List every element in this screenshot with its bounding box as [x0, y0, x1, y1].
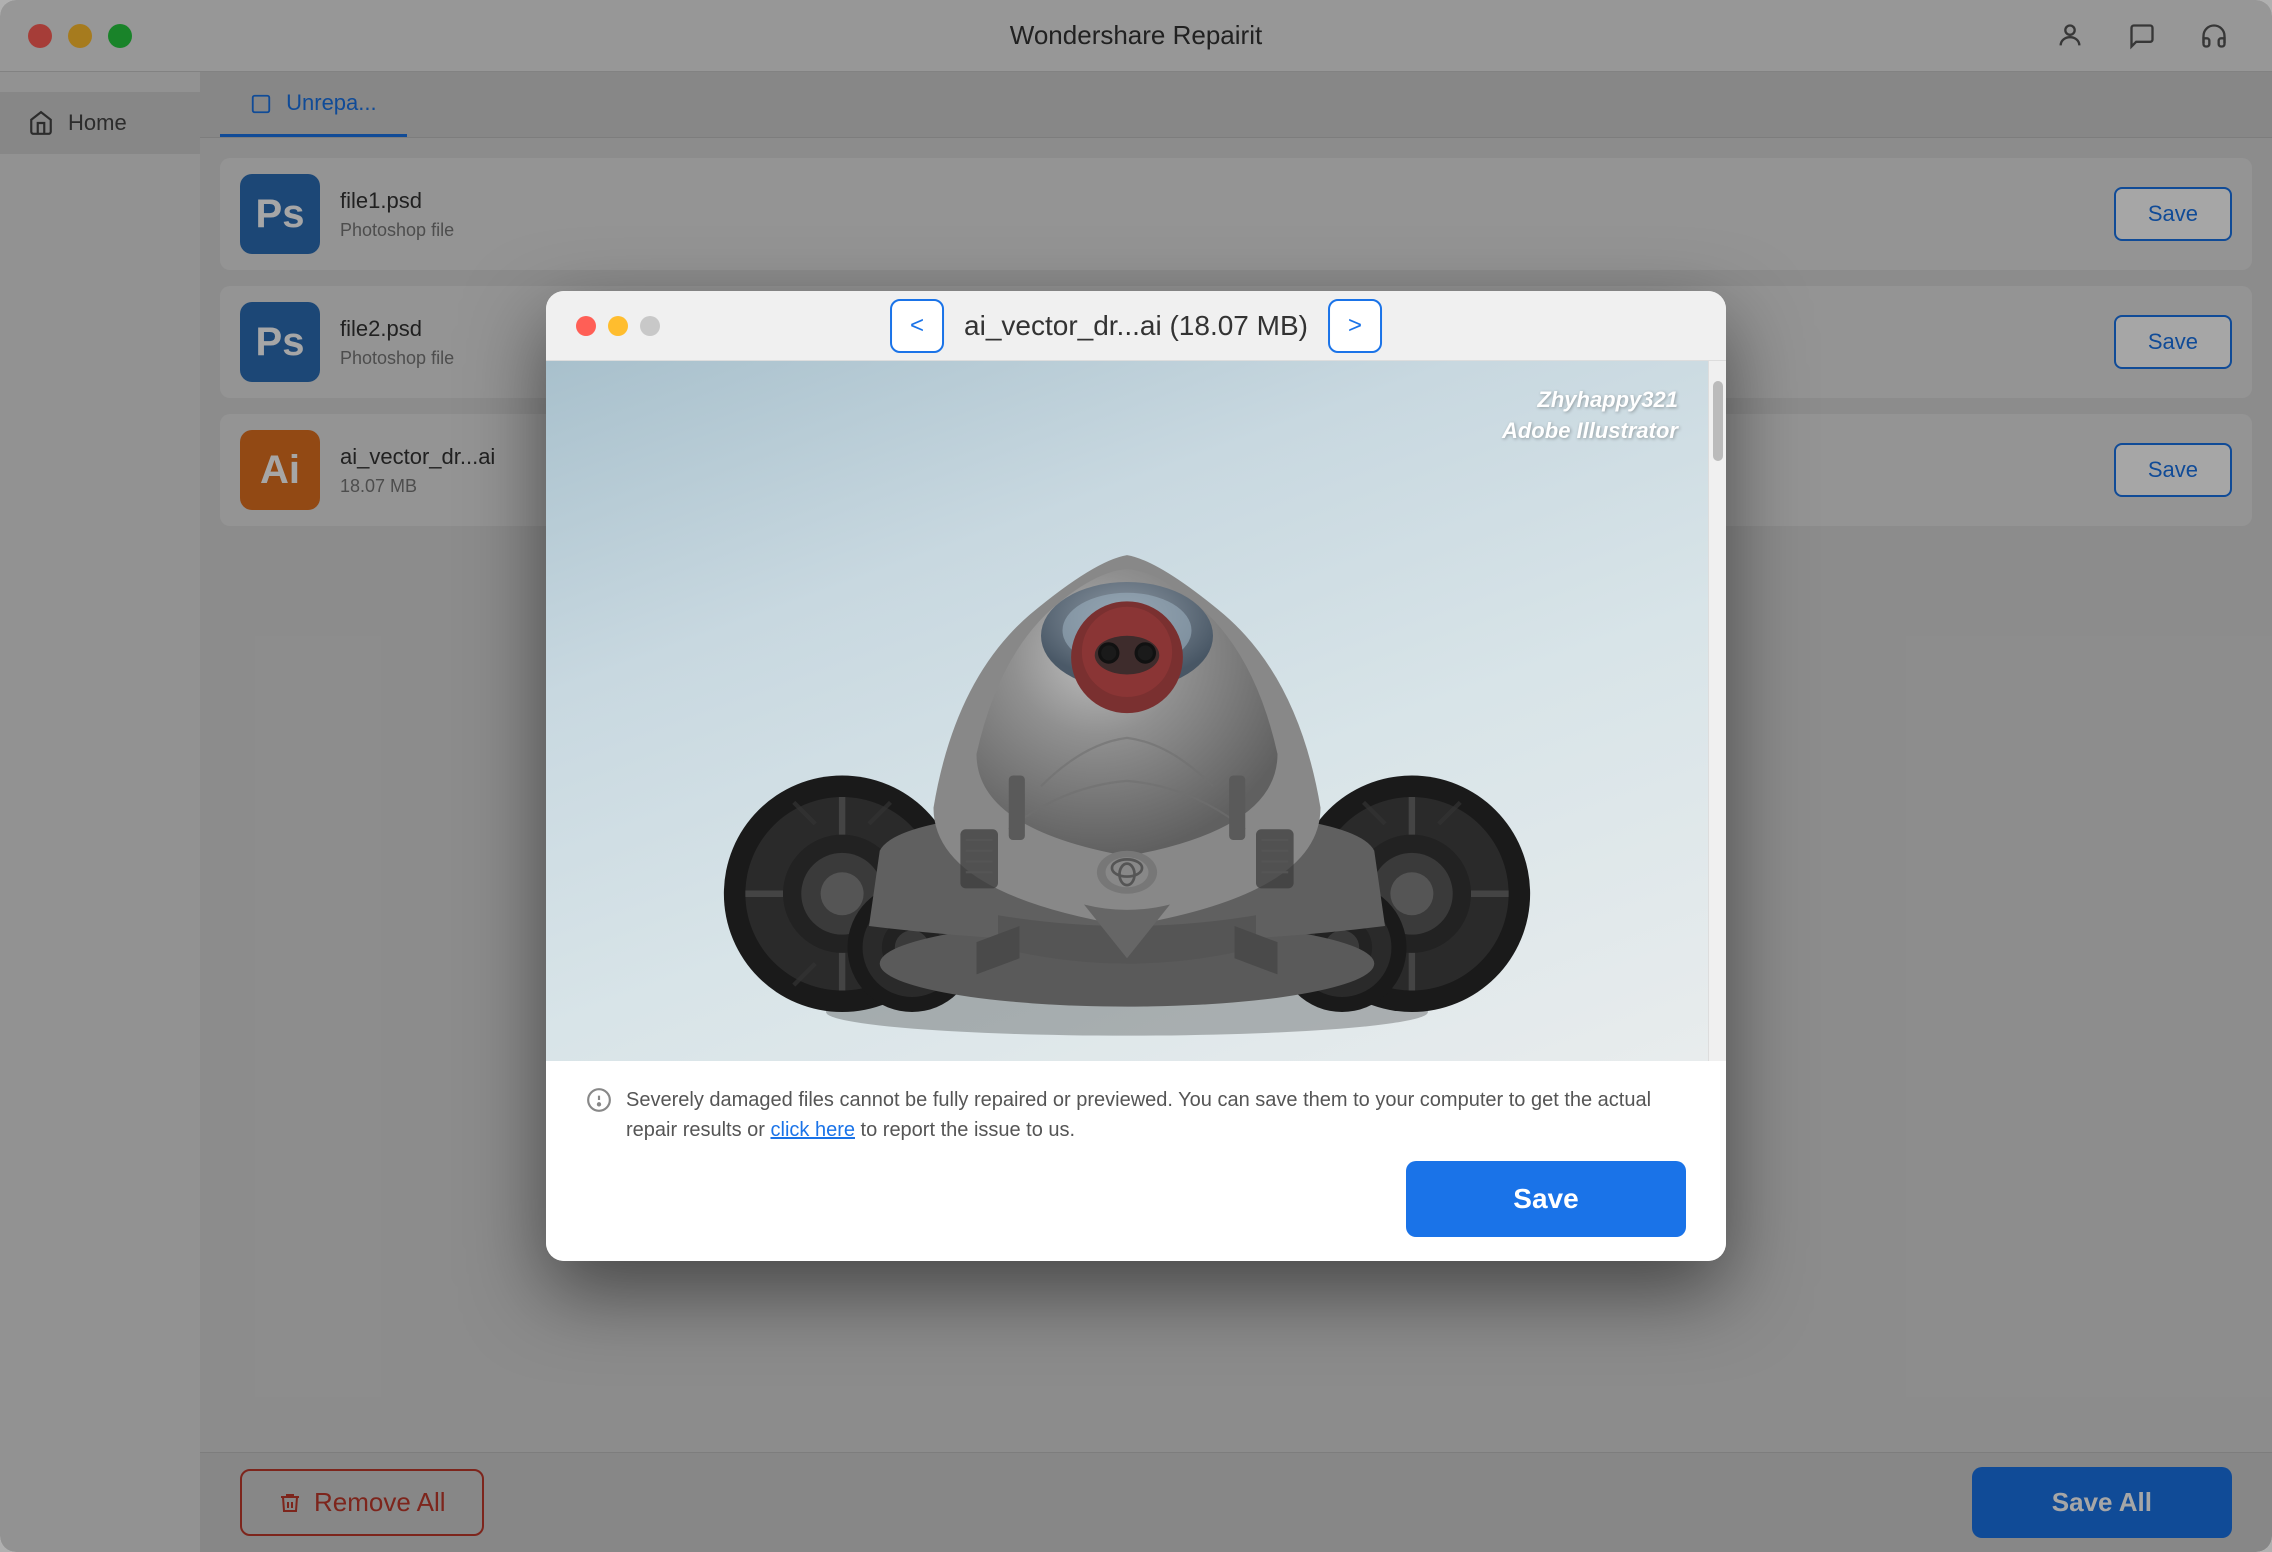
modal-image-container: Zhyhappy321 Adobe Illustrator — [546, 361, 1708, 1061]
modal-minimize-button — [608, 316, 628, 336]
modal-filename: ai_vector_dr...ai (18.07 MB) — [964, 310, 1308, 342]
modal-prev-button[interactable]: < — [890, 299, 944, 353]
modal-maximize-button — [640, 316, 660, 336]
warning-text: Severely damaged files cannot be fully r… — [626, 1085, 1686, 1145]
modal-backdrop: < ai_vector_dr...ai (18.07 MB) > Zhyhapp… — [0, 0, 2272, 1552]
modal-titlebar: < ai_vector_dr...ai (18.07 MB) > — [546, 291, 1726, 361]
click-here-link[interactable]: click here — [771, 1119, 855, 1141]
info-icon — [586, 1087, 612, 1122]
modal-warning: Severely damaged files cannot be fully r… — [586, 1085, 1686, 1145]
modal-close-button[interactable] — [576, 316, 596, 336]
modal-navigation: < ai_vector_dr...ai (18.07 MB) > — [890, 299, 1382, 353]
modal-next-button[interactable]: > — [1328, 299, 1382, 353]
app-window: Wondershare Repairit Home — [0, 0, 2272, 1552]
car-preview-image: Zhyhappy321 Adobe Illustrator — [546, 361, 1708, 1061]
modal-save-button[interactable]: Save — [1406, 1161, 1686, 1237]
car-svg — [697, 361, 1557, 1061]
modal-footer: Severely damaged files cannot be fully r… — [546, 1061, 1726, 1261]
modal-footer-row: Save — [586, 1161, 1686, 1237]
modal-image-area: Zhyhappy321 Adobe Illustrator — [546, 361, 1726, 1061]
modal-traffic-lights — [576, 316, 660, 336]
modal-scrollbar-thumb — [1713, 381, 1723, 461]
modal-scrollbar[interactable] — [1708, 361, 1726, 1061]
image-credit: Zhyhappy321 Adobe Illustrator — [1502, 385, 1678, 447]
modal-dialog: < ai_vector_dr...ai (18.07 MB) > Zhyhapp… — [546, 291, 1726, 1261]
